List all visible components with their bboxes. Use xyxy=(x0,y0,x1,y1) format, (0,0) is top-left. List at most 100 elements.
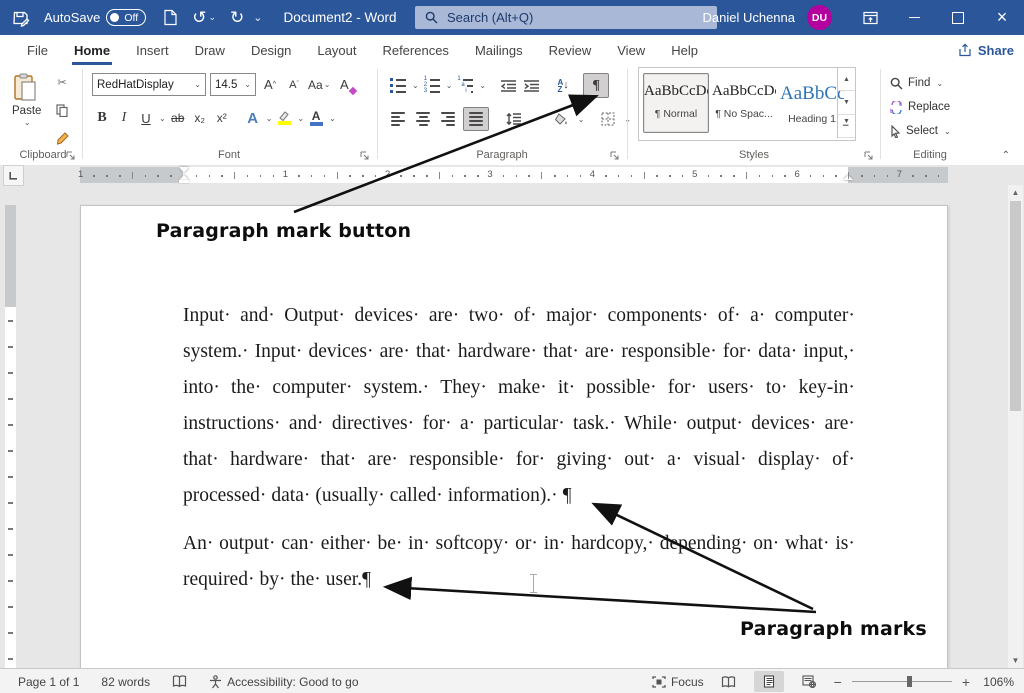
style-card--no-spac-[interactable]: AaBbCcDc¶ No Spac... xyxy=(711,73,777,133)
style-card-heading-1[interactable]: AaBbCcDcHeading 1 xyxy=(779,73,845,133)
tab-design[interactable]: Design xyxy=(238,35,304,65)
grow-font-button[interactable]: A^ xyxy=(260,74,280,96)
zoom-level[interactable]: 106% xyxy=(980,675,1014,689)
styles-scroll-up-icon[interactable]: ▲ xyxy=(838,68,855,91)
italic-button[interactable]: I xyxy=(114,107,134,129)
underline-chevron-icon[interactable]: ⌄ xyxy=(159,114,166,123)
shading-chevron-icon[interactable]: ⌄ xyxy=(578,115,585,124)
shading-button[interactable] xyxy=(552,108,572,130)
cut-icon[interactable]: ✂ xyxy=(52,71,72,93)
font-color-chevron-icon[interactable]: ⌄ xyxy=(329,114,336,123)
zoom-out-icon[interactable]: − xyxy=(834,674,842,690)
font-color-button[interactable]: A xyxy=(306,107,326,129)
align-right-button[interactable] xyxy=(438,108,458,130)
styles-dialog-launcher-icon[interactable] xyxy=(864,151,874,161)
document-text[interactable]: Input·and·Output·devices·are·two·of·majo… xyxy=(183,305,855,617)
bullets-chevron-icon[interactable]: ⌄ xyxy=(412,81,419,90)
numbering-chevron-icon[interactable]: ⌄ xyxy=(446,81,453,90)
save-icon[interactable] xyxy=(12,9,30,27)
text-effects-chevron-icon[interactable]: ⌄ xyxy=(266,114,273,123)
align-center-button[interactable] xyxy=(413,108,433,130)
clipboard-dialog-launcher-icon[interactable] xyxy=(66,151,76,161)
tab-insert[interactable]: Insert xyxy=(123,35,182,65)
scrollbar-thumb[interactable] xyxy=(1010,201,1021,411)
superscript-button[interactable]: x² xyxy=(212,107,232,129)
multilevel-list-button[interactable]: 1ai xyxy=(455,75,475,97)
redo-button[interactable]: ↻ xyxy=(230,9,244,26)
avatar[interactable]: DU xyxy=(807,5,832,30)
horizontal-ruler[interactable]: 11234567 xyxy=(80,167,948,183)
style-card--normal[interactable]: AaBbCcDc¶ Normal xyxy=(643,73,709,133)
undo-chevron-icon[interactable]: ⌄ xyxy=(208,12,216,23)
styles-more-icon[interactable]: ▼▔ xyxy=(838,115,855,138)
tab-mailings[interactable]: Mailings xyxy=(462,35,536,65)
tab-help[interactable]: Help xyxy=(658,35,711,65)
autosave-toggle[interactable]: AutoSave Off xyxy=(44,9,146,26)
ribbon-display-options-icon[interactable] xyxy=(848,0,892,35)
paste-chevron-icon[interactable]: ⌄ xyxy=(13,118,41,127)
find-button[interactable]: Find⌄ xyxy=(890,71,951,95)
tab-home[interactable]: Home xyxy=(61,35,123,65)
line-spacing-button[interactable] xyxy=(503,108,523,130)
replace-button[interactable]: bc Replace xyxy=(890,95,951,119)
zoom-slider-thumb[interactable] xyxy=(907,676,912,687)
font-dialog-launcher-icon[interactable] xyxy=(360,151,370,161)
focus-button[interactable]: Focus xyxy=(652,675,704,689)
clear-formatting-button[interactable]: A xyxy=(334,74,354,96)
change-case-button[interactable]: Aa⌄ xyxy=(308,74,330,96)
tab-layout[interactable]: Layout xyxy=(304,35,369,65)
paste-button[interactable]: Paste ⌄ xyxy=(12,73,41,127)
new-document-icon[interactable] xyxy=(163,9,178,26)
text-effects-button[interactable]: A xyxy=(243,107,263,129)
tab-view[interactable]: View xyxy=(604,35,658,65)
highlight-chevron-icon[interactable]: ⌄ xyxy=(297,114,304,123)
paragraph-dialog-launcher-icon[interactable] xyxy=(610,151,620,161)
web-layout-icon[interactable] xyxy=(794,671,824,692)
accessibility-status[interactable]: Accessibility: Good to go xyxy=(209,675,358,689)
select-chevron-icon[interactable]: ⌄ xyxy=(944,127,951,136)
font-size-combobox[interactable]: 14.5⌄ xyxy=(210,73,256,96)
bullets-button[interactable] xyxy=(388,75,408,97)
line-spacing-chevron-icon[interactable]: ⌄ xyxy=(529,115,536,124)
select-button[interactable]: Select⌄ xyxy=(890,119,951,143)
font-name-combobox[interactable]: RedHatDisplay⌄ xyxy=(92,73,206,96)
minimize-button[interactable] xyxy=(892,0,936,35)
scroll-down-icon[interactable]: ▼ xyxy=(1008,653,1023,668)
print-layout-icon[interactable] xyxy=(754,671,784,692)
search-input[interactable]: Search (Alt+Q) xyxy=(415,6,717,29)
proofing-icon[interactable] xyxy=(172,675,187,688)
vertical-scrollbar[interactable]: ▲ ▼ xyxy=(1008,185,1023,668)
justify-button[interactable] xyxy=(463,107,489,131)
read-mode-icon[interactable] xyxy=(714,671,744,692)
decrease-indent-button[interactable] xyxy=(498,75,518,97)
collapse-ribbon-icon[interactable]: ⌃ xyxy=(1002,150,1010,161)
tab-draw[interactable]: Draw xyxy=(182,35,238,65)
close-button[interactable]: × xyxy=(980,0,1024,35)
first-line-indent-marker[interactable] xyxy=(179,167,189,173)
bold-button[interactable]: B xyxy=(92,107,112,129)
document-page[interactable]: Input·and·Output·devices·are·two·of·majo… xyxy=(80,205,948,668)
tab-references[interactable]: References xyxy=(369,35,461,65)
strikethrough-button[interactable]: ab xyxy=(168,107,188,129)
sort-button[interactable]: AZ↓ xyxy=(553,75,573,97)
align-left-button[interactable] xyxy=(388,108,408,130)
zoom-in-icon[interactable]: + xyxy=(962,674,970,690)
shrink-font-button[interactable]: Aˇ xyxy=(284,74,304,96)
find-chevron-icon[interactable]: ⌄ xyxy=(936,79,943,88)
underline-button[interactable]: U xyxy=(136,107,156,129)
customize-qat-icon[interactable]: ⌄ xyxy=(253,11,262,24)
increase-indent-button[interactable] xyxy=(521,75,541,97)
tab-file[interactable]: File xyxy=(14,35,61,65)
highlight-color-button[interactable] xyxy=(274,107,294,129)
tab-review[interactable]: Review xyxy=(536,35,605,65)
user-name[interactable]: Daniel Uchenna xyxy=(702,10,795,25)
zoom-slider[interactable] xyxy=(852,681,952,682)
subscript-button[interactable]: x₂ xyxy=(190,107,210,129)
left-indent-marker[interactable] xyxy=(179,180,189,183)
borders-button[interactable] xyxy=(598,108,618,130)
autosave-pill[interactable]: Off xyxy=(106,9,146,26)
format-painter-icon[interactable] xyxy=(52,127,72,149)
vertical-ruler[interactable] xyxy=(5,205,16,668)
maximize-button[interactable] xyxy=(936,0,980,35)
styles-scroll-down-icon[interactable]: ▼ xyxy=(838,91,855,114)
